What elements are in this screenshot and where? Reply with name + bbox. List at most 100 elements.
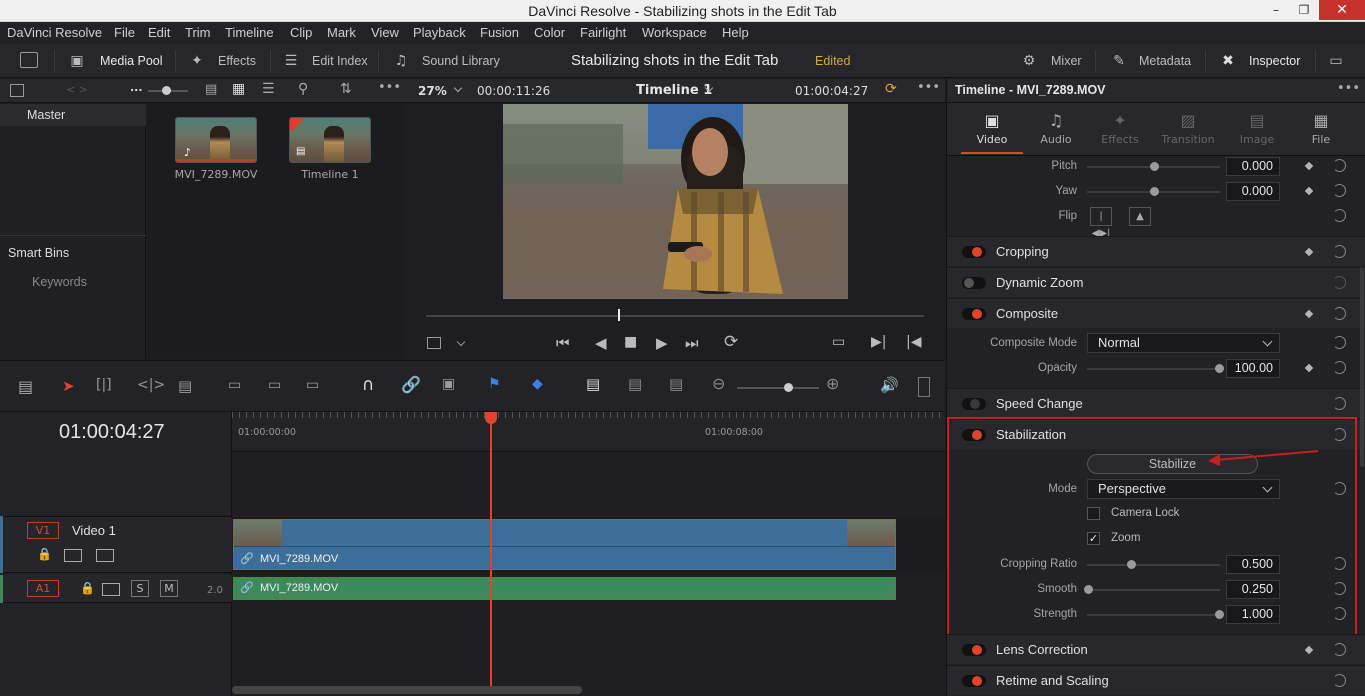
timeline-scrollbar[interactable] (232, 686, 582, 694)
fx-overlay-icon[interactable]: ⟳ (885, 81, 897, 97)
blade-tool-icon[interactable]: ▤ (178, 377, 192, 395)
inspector-scrollbar[interactable] (1360, 267, 1364, 467)
video-clip[interactable]: 🔗 MVI_7289.MOV (233, 519, 896, 570)
inspector-icon[interactable]: ✖ (1219, 53, 1237, 69)
menu-playback[interactable]: Playback (413, 25, 466, 40)
pitch-value[interactable]: 0.000 (1226, 157, 1280, 176)
replace-clip-icon[interactable]: ▭ (306, 377, 319, 393)
search-icon[interactable]: ⚲ (298, 81, 308, 97)
solo-button[interactable]: S (131, 580, 149, 597)
next-edit-icon[interactable]: ▶| (871, 334, 886, 350)
tab-audio[interactable]: Audio (1021, 133, 1091, 146)
tab-file[interactable]: File (1286, 133, 1356, 146)
yaw-slider[interactable] (1087, 187, 1220, 196)
mute-button[interactable]: M (160, 580, 178, 597)
zoom-full-icon[interactable]: ▤ (586, 375, 600, 393)
mixer-icon[interactable]: ⚙ (1020, 53, 1038, 69)
clip-thumbnail[interactable]: ♪ (175, 117, 257, 163)
inspector-button[interactable]: Inspector (1249, 54, 1300, 68)
bin-master[interactable] (0, 104, 146, 126)
audio-lock-icon[interactable]: 🔒 (80, 581, 95, 595)
tab-effects[interactable]: Effects (1085, 133, 1155, 146)
bin-master-label[interactable]: Master (27, 108, 65, 122)
lens-correction-reset-icon[interactable] (1333, 643, 1346, 656)
menu-timeline[interactable]: Timeline (225, 25, 274, 40)
section-lens-correction[interactable]: Lens Correction (947, 634, 1365, 664)
cropping-reset-icon[interactable] (1333, 245, 1346, 258)
list-view-icon[interactable]: ☰ (262, 81, 275, 97)
menu-trim[interactable]: Trim (185, 25, 211, 40)
composite-toggle[interactable] (962, 308, 986, 320)
composite-mode-dropdown[interactable]: Normal (1087, 333, 1280, 353)
a1-track-target[interactable]: A1 (27, 580, 59, 597)
yaw-value[interactable]: 0.000 (1226, 182, 1280, 201)
menu-color[interactable]: Color (534, 25, 565, 40)
auto-select-icon[interactable] (64, 549, 82, 562)
timeline-name[interactable]: Timeline 1 (280, 168, 380, 181)
menu-help[interactable]: Help (722, 25, 749, 40)
section-cropping[interactable]: Cropping (947, 236, 1365, 266)
pitch-keyframe-icon[interactable] (1304, 161, 1314, 171)
viewer-options-icon[interactable]: ••• (917, 80, 940, 95)
effects-button[interactable]: Effects (218, 54, 256, 68)
menu-clip[interactable]: Clip (290, 25, 312, 40)
composite-title[interactable]: Composite (996, 306, 1058, 321)
edit-index-icon[interactable]: ☰ (282, 53, 300, 69)
flip-horizontal-icon[interactable]: |◀▶| (1090, 207, 1112, 239)
linked-selection-icon[interactable]: 🔗 (401, 375, 421, 394)
inspector-options-icon[interactable]: ••• (1337, 81, 1360, 96)
sound-library-button[interactable]: Sound Library (422, 54, 500, 68)
pitch-slider[interactable] (1087, 162, 1220, 171)
lens-correction-title[interactable]: Lens Correction (996, 642, 1088, 657)
go-to-start-icon[interactable]: ⏮ (556, 334, 570, 352)
stop-icon[interactable]: ■ (624, 334, 637, 350)
timeline-timecode[interactable]: 01:00:04:27 (59, 421, 165, 444)
retime-toggle[interactable] (962, 675, 986, 687)
dynamic-zoom-toggle[interactable] (962, 277, 986, 289)
lens-keyframe-icon[interactable] (1304, 645, 1314, 655)
section-composite[interactable]: Composite (947, 298, 1365, 328)
edit-index-button[interactable]: Edit Index (312, 54, 368, 68)
track-enable-icon[interactable] (96, 549, 114, 562)
retime-title[interactable]: Retime and Scaling (996, 673, 1109, 688)
menu-fusion[interactable]: Fusion (480, 25, 519, 40)
viewer-crop-chevron-icon[interactable] (456, 337, 466, 347)
tab-transition[interactable]: Transition (1153, 133, 1223, 146)
zoom-detail-icon[interactable]: ▤ (628, 375, 642, 393)
cropping-title[interactable]: Cropping (996, 244, 1049, 259)
flag-icon[interactable]: ⚑ (488, 376, 501, 392)
go-to-end-icon[interactable]: ⏭ (685, 334, 699, 352)
flip-reset-icon[interactable] (1333, 209, 1346, 222)
menu-file[interactable]: File (114, 25, 135, 40)
section-retime-scaling[interactable]: Retime and Scaling (947, 665, 1365, 695)
minimize-button[interactable]: – (1262, 0, 1290, 20)
match-frame-icon[interactable]: ▭ (832, 334, 845, 350)
layout-icon[interactable] (10, 84, 24, 97)
close-button[interactable]: ✕ (1319, 0, 1365, 20)
overwrite-clip-icon[interactable]: ▭ (268, 377, 281, 393)
mixer-button[interactable]: Mixer (1051, 54, 1082, 68)
menu-davinci[interactable]: DaVinci Resolve (7, 25, 102, 40)
more-options-icon[interactable]: ••• (378, 80, 401, 95)
composite-reset-icon[interactable] (1333, 307, 1346, 320)
opacity-value[interactable]: 100.00 (1226, 359, 1280, 378)
selection-tool-icon[interactable]: ➤ (62, 377, 75, 395)
sort-icon[interactable]: ⇅ (340, 81, 352, 97)
viewer-playhead[interactable] (618, 309, 620, 321)
zoom-custom-icon[interactable]: ▤ (669, 375, 683, 393)
viewer-zoom[interactable]: 27% (418, 84, 447, 98)
tab-image[interactable]: Image (1222, 133, 1292, 146)
trim-tool-icon[interactable]: [|] (96, 377, 112, 393)
section-speed-change[interactable]: Speed Change (947, 388, 1365, 418)
pitch-reset-icon[interactable] (1333, 159, 1346, 172)
audio-clip[interactable]: 🔗 MVI_7289.MOV (233, 577, 896, 600)
opacity-reset-icon[interactable] (1333, 361, 1346, 374)
track-lock-icon[interactable]: 🔒 (37, 547, 52, 561)
position-lock-icon[interactable]: ▣ (442, 376, 455, 392)
play-icon[interactable]: ▶ (656, 334, 668, 352)
zoom-out-icon[interactable]: ⊖ (712, 374, 725, 393)
timeline-ruler[interactable] (232, 412, 945, 452)
audio-level-icon[interactable]: 🔊 (880, 376, 899, 394)
smart-bin-keywords[interactable]: Keywords (32, 275, 87, 289)
viewer-scrubber[interactable] (426, 315, 924, 317)
